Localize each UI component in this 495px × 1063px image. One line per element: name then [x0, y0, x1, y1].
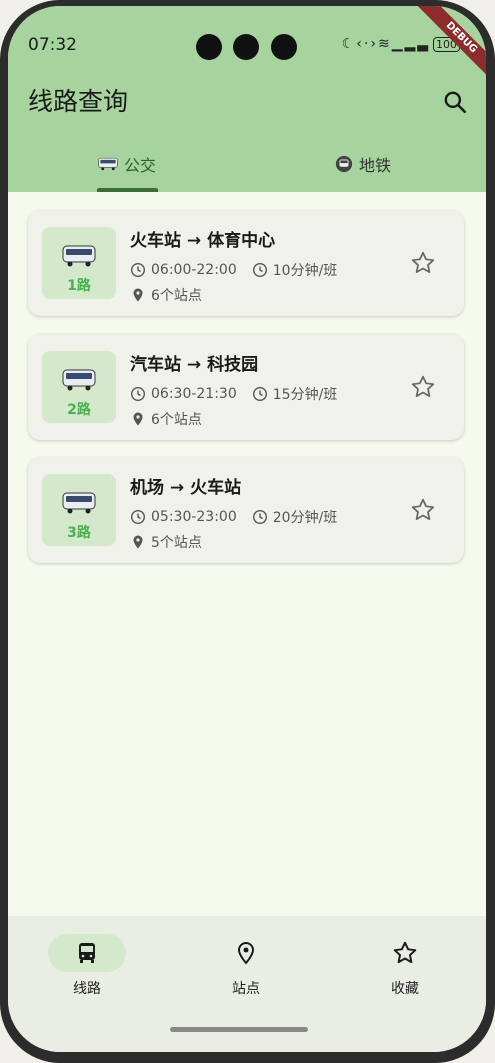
bus-icon: [79, 943, 95, 963]
route-card[interactable]: 2路 汽车站 → 科技园 06:30-21:30 15分钟/班 6个站点: [28, 334, 464, 440]
bus-icon: [98, 157, 118, 171]
camera-dot: [196, 34, 222, 60]
route-interval: 10分钟/班: [272, 263, 338, 279]
metro-icon: [335, 155, 353, 173]
status-time: 07:32: [28, 35, 77, 55]
bus-icon: [62, 369, 96, 391]
tab-indicator: [97, 188, 158, 192]
route-stops: 6个站点: [151, 412, 202, 428]
code-icon: ‹·›: [356, 36, 378, 52]
nav-label: 收藏: [391, 981, 419, 997]
route-schedule: 05:30-23:00 20分钟/班: [130, 507, 337, 527]
route-interval: 20分钟/班: [272, 510, 338, 526]
favorite-star-icon[interactable]: [410, 250, 436, 276]
route-schedule: 06:30-21:30 15分钟/班: [130, 384, 337, 404]
nav-active-pill: [48, 934, 126, 972]
route-stops: 5个站点: [151, 535, 202, 551]
route-title: 火车站 → 体育中心: [130, 231, 276, 251]
camera-dot: [271, 34, 297, 60]
bus-icon: [62, 245, 96, 267]
route-stops-row: 5个站点: [130, 532, 202, 552]
route-title: 汽车站 → 科技园: [130, 355, 259, 375]
route-hours: 06:30-21:30: [151, 386, 237, 402]
status-icons: ☾‹·›≋▁▂▃ 100: [342, 36, 460, 52]
route-hours: 05:30-23:00: [151, 509, 237, 525]
camera-dot: [233, 34, 259, 60]
nav-icon-wrap: [207, 934, 285, 972]
nav-item-favorites[interactable]: 收藏: [345, 934, 465, 998]
status-bar: 07:32 ☾‹·›≋▁▂▃ 100: [8, 6, 486, 60]
route-badge: 1路: [42, 227, 116, 299]
clock-icon: [130, 509, 146, 525]
wifi-icon: ≋: [377, 36, 392, 52]
tab-metro[interactable]: 地铁: [335, 152, 391, 176]
route-stops-row: 6个站点: [130, 409, 202, 429]
clock-icon: [252, 386, 267, 402]
route-number: 1路: [67, 278, 91, 294]
location-pin-icon: [133, 288, 143, 302]
tab-label: 公交: [124, 156, 157, 175]
route-title: 机场 → 火车站: [130, 478, 242, 498]
location-pin-icon: [237, 941, 255, 965]
tab-bus[interactable]: 公交: [98, 152, 156, 176]
clock-icon: [252, 509, 267, 525]
moon-icon: ☾: [341, 36, 357, 52]
bus-icon: [62, 492, 96, 514]
route-number: 3路: [67, 525, 91, 541]
route-stops-row: 6个站点: [130, 285, 202, 305]
route-number: 2路: [67, 402, 91, 418]
favorite-star-icon[interactable]: [410, 497, 436, 523]
nav-item-routes[interactable]: 线路: [27, 934, 147, 998]
route-card[interactable]: 3路 机场 → 火车站 05:30-23:00 20分钟/班 5个站点: [28, 457, 464, 563]
tab-label: 地铁: [359, 156, 392, 175]
clock-icon: [130, 262, 146, 278]
favorite-star-icon[interactable]: [410, 374, 436, 400]
nav-icon-wrap: [366, 934, 444, 972]
nav-item-stops[interactable]: 站点: [186, 934, 306, 998]
route-card[interactable]: 1路 火车站 → 体育中心 06:00-22:00 10分钟/班 6个站点: [28, 210, 464, 316]
route-hours: 06:00-22:00: [151, 262, 237, 278]
route-stops: 6个站点: [151, 288, 202, 304]
clock-icon: [130, 386, 146, 402]
clock-icon: [252, 262, 267, 278]
route-schedule: 06:00-22:00 10分钟/班: [130, 260, 337, 280]
location-pin-icon: [133, 535, 143, 549]
page-title: 线路查询: [28, 87, 129, 116]
route-interval: 15分钟/班: [272, 387, 338, 403]
star-icon: [393, 941, 417, 964]
app-screen: 07:32 ☾‹·›≋▁▂▃ 100 DEBUG 线路查询 公交 地铁 1路 火…: [8, 6, 486, 1052]
home-indicator[interactable]: [170, 1027, 308, 1032]
location-pin-icon: [133, 412, 143, 426]
app-header: 07:32 ☾‹·›≋▁▂▃ 100 DEBUG 线路查询 公交 地铁: [8, 6, 486, 192]
nav-label: 线路: [73, 981, 101, 997]
route-badge: 2路: [42, 351, 116, 423]
search-icon[interactable]: [442, 89, 468, 115]
route-badge: 3路: [42, 474, 116, 546]
signal-icon: ▁▂▃: [391, 36, 430, 52]
nav-label: 站点: [232, 981, 260, 997]
